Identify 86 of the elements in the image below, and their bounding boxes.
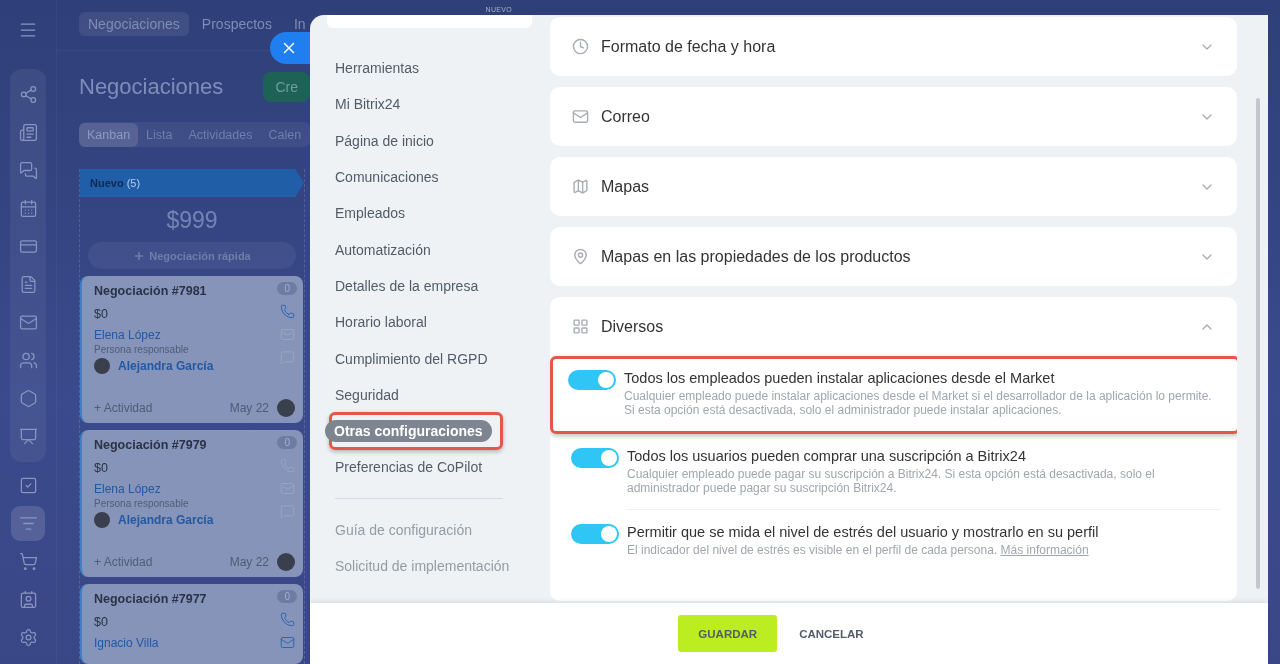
- deal-title: Negociación #7979: [94, 438, 207, 452]
- checkbox-icon: [18, 476, 38, 495]
- chat-icon: [18, 161, 38, 180]
- deal-title: Negociación #7977: [94, 592, 207, 606]
- option-description: El indicador del nivel de estrés es visible en el perfil de cada persona. Más información: [627, 543, 1090, 557]
- save-button[interactable]: GUARDAR: [678, 615, 778, 652]
- mail-icon[interactable]: [280, 635, 295, 650]
- contact-link[interactable]: Elena López: [94, 482, 161, 496]
- deal-amount: $0: [94, 461, 108, 475]
- responsible-link[interactable]: Alejandra García: [118, 513, 214, 527]
- map-pin-icon: [572, 248, 589, 265]
- phone-icon[interactable]: [280, 612, 295, 627]
- cancel-button[interactable]: CANCELAR: [793, 626, 870, 641]
- menu-item[interactable]: Automatización: [335, 241, 431, 258]
- option-description: Cualquier empleado puede pagar su suscripción a Bitrix24. Si esta opción está desactivada, solo el administrador puede pagar su suscripción Bitrix24.: [627, 467, 1156, 495]
- role-label: Persona responsable: [94, 344, 190, 355]
- responsible-link[interactable]: Alejandra García: [118, 359, 214, 373]
- avatar-icon: [277, 399, 295, 417]
- top-tab[interactable]: Prospectos: [192, 12, 281, 37]
- menu-item[interactable]: Solicitud de implementación: [335, 557, 510, 574]
- filter-icon: [18, 514, 38, 533]
- section-title[interactable]: Mapas: [601, 177, 1187, 196]
- close-button[interactable]: [270, 32, 310, 64]
- clock-icon: [572, 38, 589, 55]
- cart-icon: [18, 552, 38, 571]
- avatar-icon: [94, 358, 110, 374]
- deal-date: May 22: [229, 401, 269, 415]
- menu-item[interactable]: Otras configuraciones: [325, 420, 492, 443]
- page-title: Negociaciones: [79, 73, 224, 100]
- menu-item[interactable]: Horario laboral: [335, 314, 427, 331]
- presentation-icon: [18, 427, 38, 446]
- role-label: Persona responsable: [94, 498, 190, 509]
- deal-amount: $0: [94, 307, 108, 321]
- section-title[interactable]: Mapas en las propiedades de los productos: [601, 247, 1187, 266]
- menu-item[interactable]: Preferencias de CoPilot: [335, 459, 483, 476]
- card-icon: [18, 237, 38, 256]
- stage-count: (5): [126, 177, 141, 189]
- hexagon-icon: [18, 389, 38, 408]
- newspaper-icon: [18, 123, 38, 142]
- toggle-switch[interactable]: [568, 370, 616, 390]
- avatar-icon: [94, 512, 110, 528]
- plus-icon: [133, 249, 146, 262]
- avatar-icon: [277, 553, 295, 571]
- contact-link[interactable]: Ignacio Villa: [94, 636, 159, 650]
- menu-item[interactable]: Herramientas: [335, 60, 420, 77]
- add-activity-link[interactable]: + Actividad: [94, 401, 153, 415]
- create-button[interactable]: Cre: [263, 71, 310, 102]
- option-title: Permitir que se mida el nivel de estrés del usuario y mostrarlo en su perfil: [627, 524, 1099, 540]
- contact-link[interactable]: Elena López: [94, 328, 161, 342]
- contact-card-icon: [18, 590, 38, 609]
- top-tab[interactable]: In: [284, 12, 310, 37]
- deal-title: Negociación #7981: [94, 284, 207, 298]
- mail-icon: [18, 313, 38, 332]
- deal-amount: $0: [94, 615, 108, 629]
- menu-item[interactable]: Detalles de la empresa: [335, 277, 479, 294]
- section-title[interactable]: Correo: [601, 107, 1187, 126]
- toggle-switch[interactable]: [571, 448, 619, 468]
- option-title: Todos los usuarios pueden comprar una suscripción a Bitrix24: [627, 448, 1027, 464]
- map-icon: [572, 178, 589, 195]
- phone-icon[interactable]: [280, 304, 295, 319]
- toggle-switch[interactable]: [571, 524, 619, 544]
- mail-icon: [572, 108, 589, 125]
- option-title: Todos los empleados pueden instalar aplicaciones desde el Market: [624, 370, 1056, 386]
- section-title[interactable]: Formato de fecha y hora: [601, 37, 1187, 56]
- nodes-icon: [18, 85, 38, 104]
- menu-item[interactable]: Mi Bitrix24: [335, 96, 401, 113]
- calendar-icon: [18, 199, 38, 218]
- more-info-link[interactable]: Más información: [1000, 543, 1089, 557]
- menu-item[interactable]: Página de inicio: [335, 132, 434, 149]
- section-title[interactable]: Diversos: [601, 317, 1187, 336]
- settings-icon: [18, 628, 38, 647]
- top-tab[interactable]: Negociaciones: [79, 12, 189, 37]
- option-description: Cualquier empleado puede instalar aplicaciones desde el Market si el desarrollador de la aplicación lo permite. Si esta opción está desactivada, solo el administrador puede instalar aplicaciones.: [624, 389, 1213, 417]
- menu-item[interactable]: Cumplimiento del RGPD: [335, 350, 488, 367]
- menu-item[interactable]: Empleados: [335, 205, 406, 222]
- deal-date: May 22: [229, 555, 269, 569]
- stage-total: $999: [165, 207, 219, 234]
- menu-item[interactable]: Seguridad: [335, 386, 399, 403]
- nav-button[interactable]: [11, 506, 45, 541]
- menu-item[interactable]: Guía de configuración: [335, 521, 472, 538]
- stage-name: Nuevo: [90, 177, 124, 189]
- menu-item[interactable]: Comunicaciones: [335, 169, 439, 186]
- scrollbar[interactable]: [1256, 98, 1260, 589]
- grid-icon: [572, 318, 589, 335]
- add-activity-link[interactable]: + Actividad: [94, 555, 153, 569]
- users-icon: [18, 351, 38, 370]
